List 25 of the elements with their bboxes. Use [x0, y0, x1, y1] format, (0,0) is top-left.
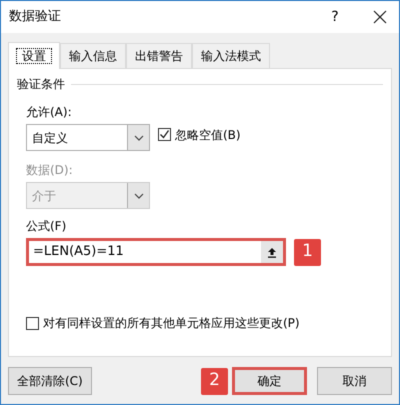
dropdown[interactable]: 自定义	[26, 124, 150, 151]
tab[interactable]: 输入法模式	[192, 43, 270, 68]
checkbox[interactable]	[158, 128, 171, 141]
help-button[interactable]: ?	[325, 6, 345, 28]
close-icon[interactable]	[373, 10, 387, 24]
field-label: 允许(A):	[26, 104, 73, 121]
collapse-icon[interactable]	[267, 246, 277, 258]
checkbox[interactable]	[26, 316, 39, 330]
callout-badge: 1	[294, 238, 321, 266]
dialog-button[interactable]: 取消	[317, 367, 392, 395]
checkbox-label: 对有同样设置的所有其他单元格应用这些更改(P)	[43, 315, 300, 332]
dialog-button[interactable]: 全部清除(C)	[8, 367, 92, 395]
checkbox-label: 忽略空值(B)	[175, 126, 241, 144]
caret-icon	[134, 192, 144, 198]
caret-icon	[134, 134, 144, 140]
dialog-button[interactable]: 确定	[232, 367, 307, 395]
window-title: 数据验证	[9, 8, 61, 26]
tab[interactable]: 设置	[8, 42, 60, 69]
tab[interactable]: 出错警告	[126, 43, 192, 68]
formula-field[interactable]: =LEN(A5)=11	[26, 238, 286, 266]
field-label: 公式(F)	[26, 218, 68, 235]
field-label: 数据(D):	[26, 162, 74, 179]
callout-badge: 2	[201, 368, 228, 394]
group-title: 验证条件	[17, 76, 65, 93]
tab[interactable]: 输入信息	[60, 43, 126, 68]
